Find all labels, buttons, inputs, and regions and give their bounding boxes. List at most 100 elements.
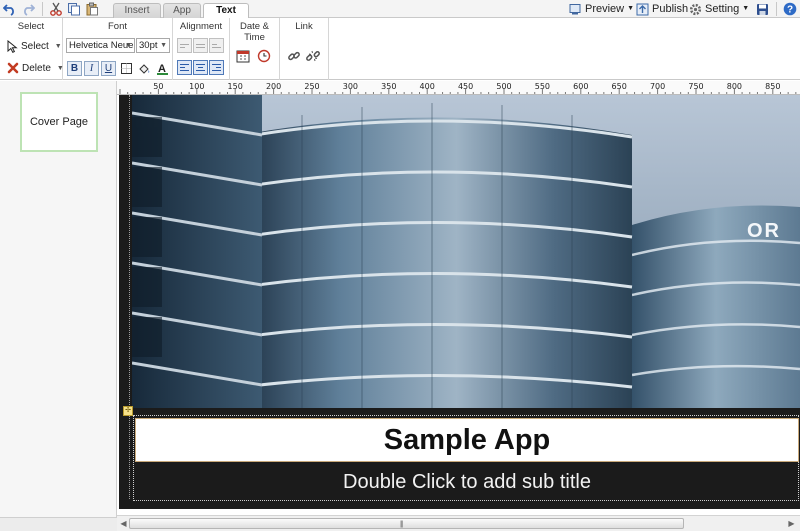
ruler-label: 700	[649, 82, 666, 91]
delete-label: Delete	[22, 62, 51, 74]
vertical-align-buttons	[177, 38, 224, 53]
svg-text:?: ?	[787, 5, 793, 16]
ruler-label: 150	[227, 82, 243, 91]
scroll-left-icon[interactable]: ◀	[118, 518, 129, 529]
page-thumbnails-panel: Cover Page	[0, 81, 117, 531]
setting-label: Setting	[705, 3, 740, 15]
scroll-right-icon[interactable]: ▶	[786, 518, 797, 529]
font-group: Font Helvetica Neue ▼ 30pt ▼ B I U A	[63, 18, 173, 80]
fill-color-icon[interactable]	[136, 60, 152, 76]
cover-title[interactable]: Sample App	[135, 418, 799, 462]
page-thumbnail-cover[interactable]: Cover Page	[20, 92, 98, 152]
ribbon: Select Select ▼ Delete ▼ Font Helvetica …	[0, 18, 800, 80]
ruler-label: 750	[688, 82, 704, 91]
select-label: Select	[21, 41, 49, 52]
cut-icon[interactable]	[48, 1, 64, 17]
publish-label: Publish	[652, 3, 689, 15]
chevron-down-icon: ▼	[627, 5, 635, 12]
chevron-down-icon: ▼	[160, 42, 167, 49]
publish-button[interactable]: Publish	[636, 2, 688, 16]
setting-menu[interactable]: Setting ▼	[689, 2, 749, 16]
align-top-button[interactable]	[177, 38, 192, 53]
font-size-select[interactable]: 30pt ▼	[136, 38, 170, 53]
align-bottom-button[interactable]	[209, 38, 224, 53]
align-right-button[interactable]	[209, 60, 224, 75]
tab-app[interactable]: App	[163, 3, 201, 18]
select-group-title: Select	[17, 21, 45, 32]
redo-icon[interactable]	[20, 1, 36, 17]
select-group: Select Select ▼ Delete ▼	[0, 18, 64, 80]
undo-icon[interactable]	[2, 1, 18, 17]
link-icon[interactable]	[286, 48, 302, 64]
scrollbar-grip: |||	[400, 521, 404, 528]
ruler-label: 400	[419, 82, 435, 91]
format-buttons: B I U A	[67, 60, 170, 76]
gear-icon	[689, 3, 702, 15]
align-center-button[interactable]	[193, 60, 208, 75]
align-left-button[interactable]	[177, 60, 192, 75]
paste-icon[interactable]	[84, 1, 100, 17]
ruler-label: 500	[496, 82, 512, 91]
toolbar-separator	[776, 2, 777, 16]
alignment-group-title: Alignment	[179, 21, 223, 32]
horizontal-ruler: 50 100 150 200 250 300 350 400 450 500 550 600 650 70…	[117, 81, 800, 95]
editor-canvas[interactable]: OR ✢ Sample App Double Click to add sub …	[117, 95, 800, 515]
bold-button[interactable]: B	[67, 60, 82, 76]
toolbar-separator	[42, 2, 43, 16]
font-family-select[interactable]: Helvetica Neue ▼	[66, 38, 135, 53]
horizontal-align-buttons	[177, 60, 224, 75]
border-icon[interactable]	[118, 60, 134, 76]
preview-icon	[569, 3, 581, 14]
photo-sign-text: OR	[747, 220, 781, 242]
select-button[interactable]: Select ▼	[7, 40, 62, 53]
clock-icon[interactable]	[256, 48, 272, 64]
cover-page[interactable]: OR ✢ Sample App Double Click to add sub …	[119, 95, 800, 509]
italic-button[interactable]: I	[84, 60, 99, 76]
tab-insert[interactable]: Insert	[113, 3, 161, 18]
datetime-group: Date & Time	[230, 18, 280, 80]
panel-footer	[0, 517, 117, 531]
publish-icon	[636, 3, 649, 15]
ruler-label: 300	[342, 82, 359, 91]
ruler-label: 850	[765, 82, 781, 91]
top-toolbar: Insert App Text Preview ▼ Publish Settin…	[0, 0, 800, 19]
page-guide	[129, 95, 130, 499]
ruler-label: 650	[611, 82, 627, 91]
link-group: Link	[280, 18, 329, 80]
chevron-down-icon: ▼	[54, 43, 62, 50]
ruler-label: 50	[153, 82, 164, 91]
tab-text[interactable]: Text	[203, 3, 249, 19]
underline-button[interactable]: U	[101, 60, 116, 76]
alignment-group: Alignment	[173, 18, 230, 80]
align-middle-button[interactable]	[193, 38, 208, 53]
resize-handle[interactable]: ✢	[123, 406, 133, 416]
help-icon[interactable]: ?	[782, 1, 798, 17]
ruler-label: 200	[265, 82, 282, 91]
font-size-value: 30pt	[139, 40, 158, 51]
cover-photo[interactable]: OR	[132, 95, 800, 408]
cover-subtitle[interactable]: Double Click to add sub title	[135, 465, 799, 499]
horizontal-scrollbar[interactable]: ◀ ||| ▶	[117, 515, 800, 531]
scrollbar-thumb[interactable]: |||	[129, 518, 684, 529]
preview-label: Preview	[585, 3, 625, 15]
delete-button[interactable]: Delete ▼	[7, 62, 64, 74]
chevron-down-icon: ▼	[125, 42, 132, 49]
ruler-label: 100	[189, 82, 205, 91]
datetime-group-title: Date & Time	[239, 21, 270, 43]
font-family-value: Helvetica Neue	[69, 40, 134, 51]
text-color-icon[interactable]: A	[154, 60, 170, 76]
ruler-label: 250	[304, 82, 320, 91]
ruler-label: 600	[573, 82, 589, 91]
unlink-icon[interactable]	[305, 48, 321, 64]
calendar-icon[interactable]	[235, 48, 251, 64]
page-thumbnail-label: Cover Page	[29, 116, 89, 128]
preview-menu[interactable]: Preview ▼	[569, 2, 634, 16]
cursor-icon	[7, 40, 18, 53]
building-image: OR	[132, 95, 800, 408]
copy-icon[interactable]	[66, 1, 82, 17]
ruler-label: 350	[381, 82, 397, 91]
ruler-label: 550	[534, 82, 551, 91]
ruler-label: 450	[457, 82, 474, 91]
save-icon[interactable]	[754, 1, 770, 17]
link-group-title: Link	[295, 21, 313, 32]
